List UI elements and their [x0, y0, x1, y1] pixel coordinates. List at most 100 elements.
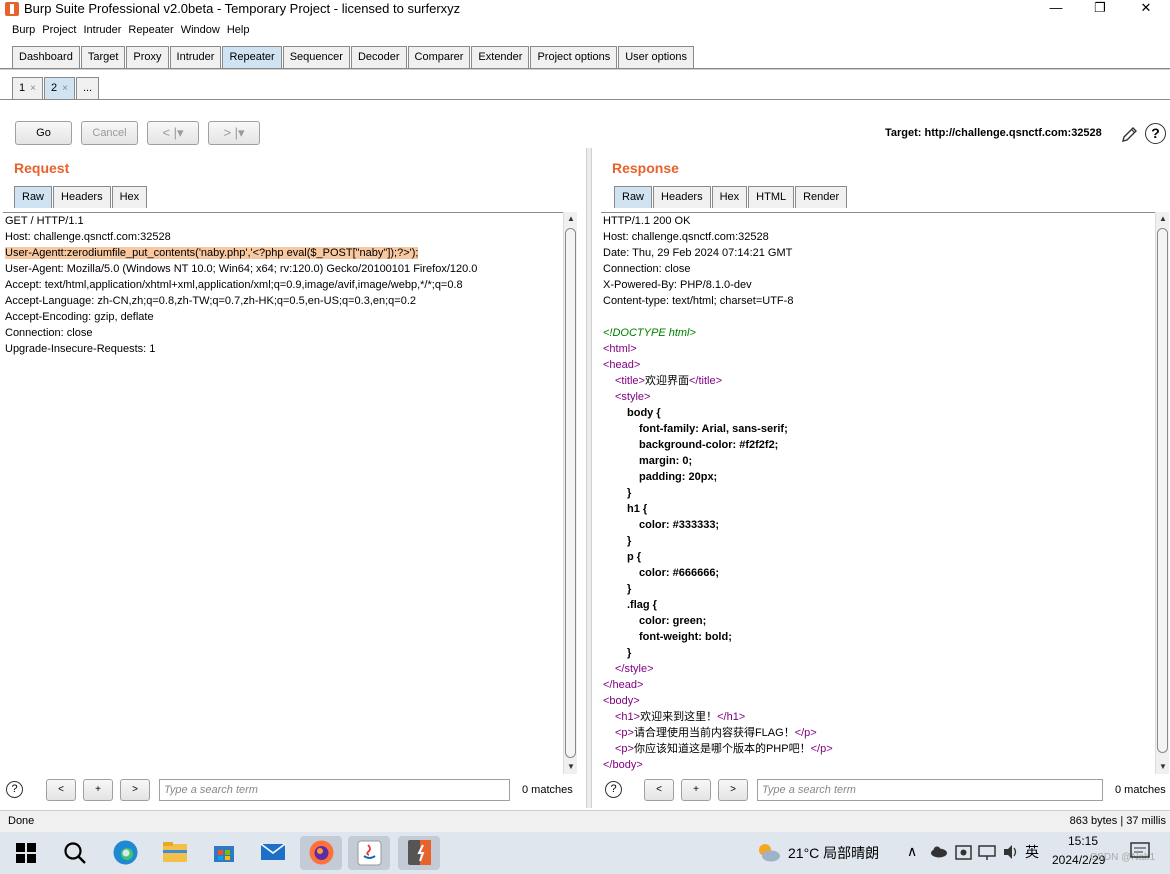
- window-title: Burp Suite Professional v2.0beta - Tempo…: [24, 1, 461, 16]
- response-match-count: 0 matches: [1115, 784, 1166, 796]
- tab-decoder[interactable]: Decoder: [350, 46, 407, 68]
- response-line: .flag {: [627, 599, 657, 611]
- request-tab-headers[interactable]: Headers: [53, 186, 111, 208]
- scroll-up-icon[interactable]: ▲: [1156, 212, 1170, 226]
- help-icon[interactable]: ?: [6, 781, 23, 798]
- request-tab-raw[interactable]: Raw: [14, 186, 53, 208]
- tab-target[interactable]: Target: [80, 46, 126, 68]
- request-line: Connection: close: [5, 327, 93, 339]
- close-tab-icon[interactable]: ×: [62, 83, 68, 94]
- response-title: Response: [612, 160, 679, 176]
- search-prev-button[interactable]: <: [644, 779, 674, 801]
- search-next-button[interactable]: >: [718, 779, 748, 801]
- response-line: h1 {: [627, 503, 648, 515]
- minimize-button[interactable]: —: [1036, 0, 1076, 18]
- response-line: Date: Thu, 29 Feb 2024 07:14:21 GMT: [603, 247, 793, 259]
- store-icon[interactable]: [212, 840, 236, 864]
- tab-intruder[interactable]: Intruder: [169, 46, 222, 68]
- scrollbar-thumb[interactable]: [1157, 228, 1168, 753]
- windows-start-icon[interactable]: [14, 841, 38, 865]
- response-line: color: #666666;: [639, 567, 720, 579]
- menu-repeater[interactable]: Repeater: [125, 21, 176, 39]
- weather-text[interactable]: 21°C 局部晴朗: [788, 843, 879, 863]
- tab-sequencer[interactable]: Sequencer: [282, 46, 350, 68]
- response-line: color: #333333;: [639, 519, 720, 531]
- search-icon[interactable]: [62, 840, 88, 866]
- repeater-tab-label: 1: [19, 82, 26, 94]
- response-line: font-weight: bold;: [639, 631, 732, 643]
- response-line: }: [627, 647, 632, 659]
- repeater-tab-1[interactable]: 1 ×: [12, 77, 43, 99]
- scroll-down-icon[interactable]: ▼: [564, 760, 578, 774]
- back-button[interactable]: < |▾: [147, 121, 199, 145]
- search-add-button[interactable]: +: [83, 779, 113, 801]
- network-icon[interactable]: [978, 845, 996, 861]
- tab-extender[interactable]: Extender: [471, 46, 530, 68]
- response-line: background-color: #f2f2f2;: [639, 439, 779, 451]
- repeater-tab-new[interactable]: ...: [75, 77, 100, 99]
- request-line: Accept-Language: zh-CN,zh;q=0.8,zh-TW;q=…: [5, 295, 417, 307]
- split-pane-divider[interactable]: [586, 148, 592, 808]
- scroll-up-icon[interactable]: ▲: [564, 212, 578, 226]
- input-language[interactable]: 英: [1025, 842, 1039, 862]
- request-line: User-Agentt:zerodiumfile_put_contents('n…: [5, 247, 419, 259]
- java-icon[interactable]: [357, 840, 382, 866]
- response-search-input[interactable]: [757, 779, 1103, 801]
- tab-proxy[interactable]: Proxy: [126, 46, 169, 68]
- menu-project[interactable]: Project: [39, 21, 79, 39]
- response-line: <!DOCTYPE html>: [603, 327, 696, 339]
- response-tab-render[interactable]: Render: [795, 186, 848, 208]
- repeater-tab-2[interactable]: 2 ×: [43, 77, 75, 99]
- cancel-button[interactable]: Cancel: [81, 121, 138, 145]
- security-icon[interactable]: [955, 845, 972, 861]
- cloud-icon[interactable]: [930, 846, 948, 858]
- close-button[interactable]: ✕: [1126, 0, 1166, 18]
- response-editor[interactable]: HTTP/1.1 200 OK Host: challenge.qsnctf.co…: [601, 212, 1155, 774]
- tab-dashboard[interactable]: Dashboard: [12, 46, 80, 68]
- tab-user-options[interactable]: User options: [618, 46, 694, 68]
- request-match-count: 0 matches: [522, 784, 573, 796]
- pencil-icon[interactable]: [1120, 124, 1140, 144]
- request-editor[interactable]: GET / HTTP/1.1 Host: challenge.qsnctf.com…: [3, 212, 563, 774]
- request-scrollbar[interactable]: ▲ ▼: [563, 212, 577, 774]
- menu-window[interactable]: Window: [178, 21, 223, 39]
- mail-icon[interactable]: [260, 842, 286, 862]
- help-icon[interactable]: ?: [605, 781, 622, 798]
- request-tab-hex[interactable]: Hex: [111, 186, 148, 208]
- response-line: margin: 0;: [639, 455, 693, 467]
- response-tab-headers[interactable]: Headers: [653, 186, 711, 208]
- search-add-button[interactable]: +: [681, 779, 711, 801]
- volume-icon[interactable]: [1002, 844, 1020, 860]
- file-explorer-icon[interactable]: [162, 841, 188, 863]
- response-scrollbar[interactable]: ▲ ▼: [1155, 212, 1169, 774]
- restore-button[interactable]: ❐: [1080, 0, 1120, 18]
- menu-burp[interactable]: Burp: [9, 21, 38, 39]
- title-bar: Burp Suite Professional v2.0beta - Tempo…: [0, 0, 1170, 18]
- help-icon[interactable]: ?: [1145, 123, 1166, 144]
- notification-icon[interactable]: [1130, 842, 1150, 860]
- edge-browser-icon[interactable]: [112, 839, 139, 866]
- tab-repeater[interactable]: Repeater: [222, 46, 282, 68]
- search-next-button[interactable]: >: [120, 779, 150, 801]
- tab-project-options[interactable]: Project options: [530, 46, 618, 68]
- close-tab-icon[interactable]: ×: [30, 83, 36, 94]
- repeater-tabs: 1 × 2 × ...: [12, 77, 100, 99]
- response-line: }: [627, 583, 632, 595]
- tab-comparer[interactable]: Comparer: [407, 46, 471, 68]
- response-tab-raw[interactable]: Raw: [614, 186, 653, 208]
- forward-button[interactable]: > |▾: [208, 121, 260, 145]
- go-button[interactable]: Go: [15, 121, 72, 145]
- tray-chevron-icon[interactable]: ∧: [907, 843, 917, 860]
- search-prev-button[interactable]: <: [46, 779, 76, 801]
- burp-suite-icon[interactable]: [407, 839, 432, 866]
- response-line: font-family: Arial, sans-serif;: [639, 423, 788, 435]
- request-search-input[interactable]: [159, 779, 510, 801]
- menu-help[interactable]: Help: [224, 21, 253, 39]
- scroll-down-icon[interactable]: ▼: [1156, 760, 1170, 774]
- clock-time[interactable]: 15:15: [1068, 834, 1098, 848]
- response-tab-html[interactable]: HTML: [748, 186, 795, 208]
- scrollbar-thumb[interactable]: [565, 228, 576, 758]
- menu-intruder[interactable]: Intruder: [81, 21, 125, 39]
- response-tab-hex[interactable]: Hex: [711, 186, 748, 208]
- firefox-icon[interactable]: [308, 839, 335, 866]
